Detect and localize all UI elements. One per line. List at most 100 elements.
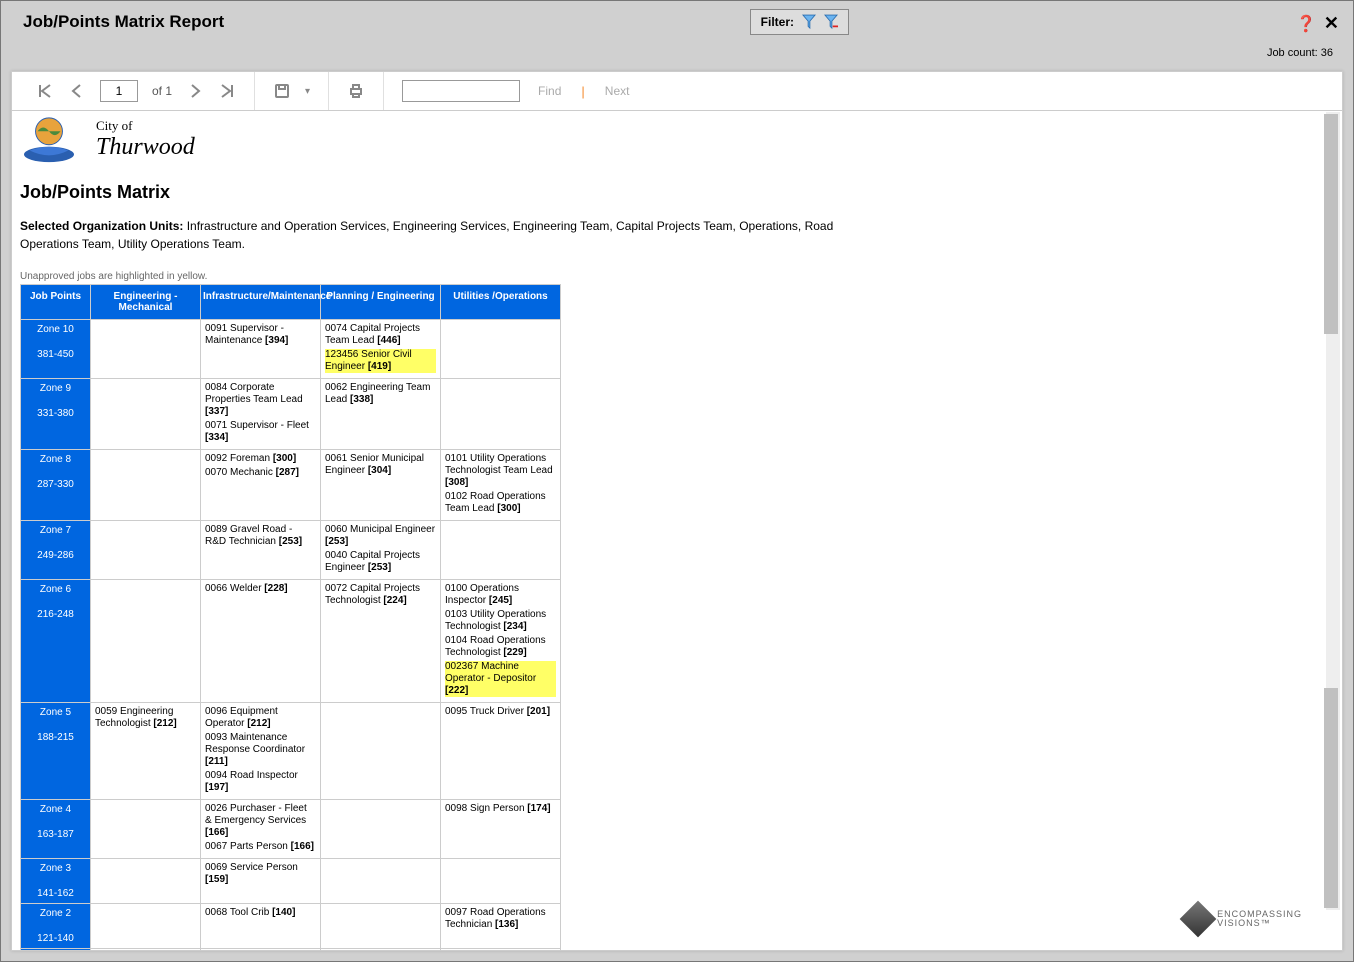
matrix-cell	[321, 859, 441, 904]
report-viewer: of 1 ▾ Find | Next	[11, 71, 1343, 951]
zone-header: Zone 2121-140	[21, 904, 91, 949]
matrix-cell: 0092 Foreman [300] 0070 Mechanic [287]	[201, 450, 321, 521]
job-entry: 0070 Mechanic [287]	[205, 467, 316, 479]
table-row: Zone 8287-330 0092 Foreman [300] 0070 Mech…	[21, 450, 561, 521]
matrix-cell: 0084 Corporate Properties Team Lead [337…	[201, 379, 321, 450]
table-row: Zone 11-120	[21, 949, 561, 951]
job-entry: 0074 Capital Projects Team Lead [446]	[325, 323, 436, 347]
job-entry: 0103 Utility Operations Technologist [23…	[445, 609, 556, 633]
matrix-cell	[91, 521, 201, 580]
matrix-cell: 0100 Operations Inspector [245]0103 Util…	[441, 580, 561, 703]
job-entry: 0102 Road Operations Team Lead [300]	[445, 491, 556, 515]
print-icon[interactable]	[347, 82, 365, 100]
scrollbar[interactable]	[1326, 112, 1340, 910]
job-entry: 0069 Service Person [159]	[205, 862, 316, 886]
prev-page-icon[interactable]	[68, 82, 86, 100]
matrix-cell	[91, 450, 201, 521]
first-page-icon[interactable]	[36, 82, 54, 100]
matrix-cell	[321, 703, 441, 800]
job-entry: 0068 Tool Crib [140]	[205, 907, 316, 919]
job-entry: 0067 Parts Person [166]	[205, 841, 316, 853]
zone-header: Zone 10381-450	[21, 320, 91, 379]
separator: |	[581, 84, 584, 99]
column-header: Engineering - Mechanical	[91, 285, 201, 320]
next-page-icon[interactable]	[186, 82, 204, 100]
zone-header: Zone 8287-330	[21, 450, 91, 521]
job-entry: 0093 Maintenance Response Coordinator [2…	[205, 732, 316, 768]
matrix-cell	[441, 379, 561, 450]
help-icon[interactable]: ❓	[1296, 14, 1316, 34]
column-header: Utilities /Operations	[441, 285, 561, 320]
table-row: Zone 6216-248 0066 Welder [228]0072 Capit…	[21, 580, 561, 703]
matrix-cell	[441, 320, 561, 379]
matrix-cell: 0059 Engineering Technologist [212]	[91, 703, 201, 800]
job-entry: 0100 Operations Inspector [245]	[445, 583, 556, 607]
zone-header: Zone 11-120	[21, 949, 91, 951]
matrix-cell: 0098 Sign Person [174]	[441, 800, 561, 859]
filter-icon[interactable]	[802, 14, 816, 30]
column-header: Infrastructure/Maintenance	[201, 285, 321, 320]
table-row: Zone 10381-450 0091 Supervisor - Maintena…	[21, 320, 561, 379]
matrix-cell: 0074 Capital Projects Team Lead [446]123…	[321, 320, 441, 379]
job-entry: 0062 Engineering Team Lead [338]	[325, 382, 436, 406]
matrix-cell: 0097 Road Operations Technician [136]	[441, 904, 561, 949]
last-page-icon[interactable]	[218, 82, 236, 100]
job-entry: 0061 Senior Municipal Engineer [304]	[325, 453, 436, 477]
chevron-down-icon[interactable]: ▾	[305, 86, 310, 97]
page-title: Job/Points Matrix Report	[23, 12, 224, 32]
matrix-cell	[91, 904, 201, 949]
matrix-cell: 0060 Municipal Engineer [253]0040 Capita…	[321, 521, 441, 580]
job-entry: 0096 Equipment Operator [212]	[205, 706, 316, 730]
job-entry: 0095 Truck Driver [201]	[445, 706, 556, 718]
job-entry: 0072 Capital Projects Technologist [224]	[325, 583, 436, 607]
header-actions: ❓ ✕	[1296, 13, 1339, 34]
job-entry: 0104 Road Operations Technologist [229]	[445, 635, 556, 659]
job-entry: 0040 Capital Projects Engineer [253]	[325, 550, 436, 574]
filter-label: Filter:	[761, 15, 794, 29]
job-entry: 0091 Supervisor - Maintenance [394]	[205, 323, 316, 347]
find-input[interactable]	[402, 80, 520, 102]
matrix-cell: 0096 Equipment Operator [212]0093 Mainte…	[201, 703, 321, 800]
vendor-mark-icon	[1180, 901, 1217, 938]
matrix-cell: 0091 Supervisor - Maintenance [394]	[201, 320, 321, 379]
job-entry: 0071 Supervisor - Fleet [334]	[205, 420, 316, 444]
matrix-cell: 0066 Welder [228]	[201, 580, 321, 703]
scroll-thumb[interactable]	[1324, 688, 1338, 908]
unapproved-note: Unapproved jobs are highlighted in yello…	[20, 271, 1334, 282]
column-header: Job Points	[21, 285, 91, 320]
matrix-cell: 0089 Gravel Road - R&D Technician [253]	[201, 521, 321, 580]
matrix-cell: 0061 Senior Municipal Engineer [304]	[321, 450, 441, 521]
logo-row: City of Thurwood	[20, 114, 1334, 164]
page-number-input[interactable]	[100, 80, 138, 102]
matrix-cell	[321, 949, 441, 951]
page-content: City of Thurwood Job/Points Matrix Selec…	[12, 110, 1342, 950]
zone-header: Zone 6216-248	[21, 580, 91, 703]
vendor-text: ENCOMPASSING VISIONS™	[1217, 910, 1302, 928]
save-icon[interactable]	[273, 82, 291, 100]
table-row: Zone 7249-286 0089 Gravel Road - R&D Tech…	[21, 521, 561, 580]
filter-clear-icon[interactable]	[824, 14, 838, 30]
job-entry: 0092 Foreman [300]	[205, 453, 316, 465]
scroll-thumb[interactable]	[1324, 114, 1338, 334]
close-icon[interactable]: ✕	[1324, 13, 1339, 34]
matrix-cell	[91, 800, 201, 859]
matrix-cell: 0068 Tool Crib [140]	[201, 904, 321, 949]
matrix-cell: 0026 Purchaser - Fleet & Emergency Servi…	[201, 800, 321, 859]
zone-header: Zone 7249-286	[21, 521, 91, 580]
job-entry: 0089 Gravel Road - R&D Technician [253]	[205, 524, 316, 548]
report-body: City of Thurwood Job/Points Matrix Selec…	[12, 110, 1342, 950]
org-units-label: Selected Organization Units:	[20, 219, 183, 233]
matrix-cell	[91, 379, 201, 450]
matrix-cell	[441, 521, 561, 580]
find-button[interactable]: Find	[538, 84, 561, 98]
city-of-label: City of	[96, 118, 195, 134]
find-next-button[interactable]: Next	[605, 84, 630, 98]
matrix-cell: 0095 Truck Driver [201]	[441, 703, 561, 800]
job-entry: 0060 Municipal Engineer [253]	[325, 524, 436, 548]
job-entry: 0059 Engineering Technologist [212]	[95, 706, 196, 730]
filter-box: Filter:	[750, 9, 849, 35]
job-entry: 0098 Sign Person [174]	[445, 803, 556, 815]
job-entry: 0101 Utility Operations Technologist Tea…	[445, 453, 556, 489]
app-window: Job/Points Matrix Report Filter: ❓ ✕ Job…	[0, 0, 1354, 962]
matrix-cell	[321, 904, 441, 949]
